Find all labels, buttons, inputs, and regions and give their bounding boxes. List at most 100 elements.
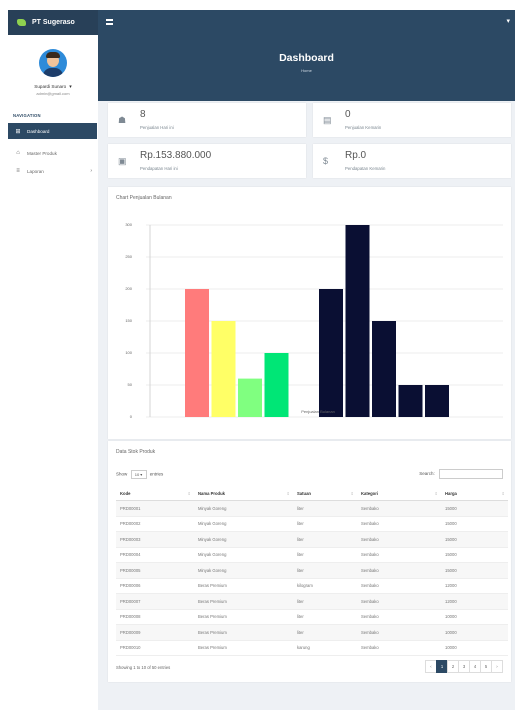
column-header-kategori[interactable]: Kategori ⇕ bbox=[357, 486, 441, 501]
table-cell: liter bbox=[293, 516, 357, 532]
page-title: Dashboard bbox=[279, 52, 334, 64]
sort-icon: ⇕ bbox=[350, 490, 354, 496]
table-cell: liter bbox=[293, 500, 357, 517]
table-row[interactable]: PRD00009 Beras Premium liter Sembako 10000 bbox=[116, 624, 508, 641]
chart-bar[interactable] bbox=[372, 321, 396, 417]
table-cell: Beras Premium bbox=[194, 593, 293, 610]
table-row[interactable]: PRD00003 Minyak Goreng liter Sembako 15000 bbox=[116, 531, 508, 548]
brand[interactable]: PT Sugeraso bbox=[8, 10, 98, 35]
show-label: Show bbox=[116, 471, 128, 477]
chart-bar[interactable] bbox=[345, 225, 370, 417]
stat-card-sales-today: ☗ 8 Penjualan Hari ini bbox=[108, 103, 306, 137]
chart-bar[interactable] bbox=[264, 353, 289, 417]
table-cell: Beras Premium bbox=[194, 578, 293, 594]
column-header-kode[interactable]: Kode ⇕ bbox=[116, 486, 194, 501]
hamburger-icon[interactable] bbox=[106, 19, 113, 25]
sidebar-item-master-produk[interactable]: ⌂ Master Produk bbox=[8, 145, 97, 161]
chevron-down-icon[interactable]: ▾ bbox=[69, 84, 72, 90]
brand-logo-icon bbox=[17, 19, 26, 26]
table-cell: PRD00009 bbox=[116, 624, 194, 641]
table-cell: PRD00010 bbox=[116, 640, 194, 656]
search-label: Search: bbox=[419, 471, 435, 477]
table-cell: 10000 bbox=[441, 640, 508, 656]
column-header-nama-produk[interactable]: Nama Produk ⇕ bbox=[194, 486, 293, 501]
column-header-label: Kategori bbox=[361, 490, 378, 496]
sidebar: Supardi Sunaro ▾ admin@gmail.com NAVIGATI… bbox=[8, 35, 98, 710]
table-cell: PRD00003 bbox=[116, 531, 194, 548]
user-menu-caret-icon[interactable]: ▾ bbox=[506, 17, 510, 25]
table-cell: Minyak Goreng bbox=[194, 562, 293, 579]
table-cell: PRD00006 bbox=[116, 578, 194, 594]
sidebar-item-dashboard[interactable]: ⊞ Dashboard bbox=[8, 123, 97, 139]
stock-table-card: Data Stok Produk Show 10 ▾ entries Searc… bbox=[108, 441, 511, 682]
sort-icon: ⇕ bbox=[501, 490, 505, 496]
table-cell: Minyak Goreng bbox=[194, 500, 293, 517]
avatar[interactable] bbox=[39, 49, 67, 77]
user-name[interactable]: Supardi Sunaro ▾ bbox=[8, 84, 98, 90]
table-row[interactable]: PRD00004 Minyak Goreng liter Sembako 15000 bbox=[116, 547, 508, 563]
table-row[interactable]: PRD00008 Beras Premium liter Sembako 10000 bbox=[116, 609, 508, 625]
stat-value: 8 bbox=[140, 109, 146, 120]
table-cell: 12000 bbox=[441, 578, 508, 594]
table-cell: Beras Premium bbox=[194, 609, 293, 625]
app-frame: PT Sugeraso ▾ Supardi Sunaro ▾ admin@gmai… bbox=[8, 10, 515, 710]
table-row[interactable]: PRD00006 Beras Premium kilogram Sembako 1200… bbox=[116, 578, 508, 594]
page-header: Dashboard Home bbox=[98, 35, 515, 101]
table-cell: Beras Premium bbox=[194, 624, 293, 641]
table-cell: Minyak Goreng bbox=[194, 516, 293, 532]
column-header-label: Harga bbox=[445, 490, 457, 496]
sales-bar-chart bbox=[146, 224, 503, 418]
column-header-label: Kode bbox=[120, 490, 131, 496]
table-cell: liter bbox=[293, 547, 357, 563]
report-icon: ≡ bbox=[16, 168, 20, 174]
table-cell: 10000 bbox=[441, 609, 508, 625]
table-cell: 15000 bbox=[441, 562, 508, 579]
chart-bar[interactable] bbox=[398, 385, 423, 417]
table-cell: Sembako bbox=[357, 500, 441, 517]
money-icon: ▣ bbox=[118, 156, 127, 166]
entries-select[interactable]: 10 ▾ bbox=[130, 470, 147, 479]
column-header-harga[interactable]: Harga ⇕ bbox=[441, 486, 508, 501]
table-cell: Sembako bbox=[357, 624, 441, 641]
sort-icon: ⇕ bbox=[434, 490, 438, 496]
showing-info: Showing 1 to 10 of 50 entries bbox=[116, 665, 171, 670]
stat-card-revenue-today: ▣ Rp.153.880.000 Pendapatan Hari ini bbox=[108, 144, 306, 178]
table-cell: liter bbox=[293, 531, 357, 548]
table-cell: 15000 bbox=[441, 516, 508, 532]
sidebar-item-label: Laporan bbox=[27, 168, 44, 174]
table-cell: PRD00008 bbox=[116, 609, 194, 625]
pagination-next[interactable]: › bbox=[491, 660, 503, 673]
chevron-right-icon: › bbox=[90, 168, 92, 174]
table-row[interactable]: PRD00010 Beras Premium karung Sembako 10000 bbox=[116, 640, 508, 656]
stat-label: Pendapatan Kemarin bbox=[345, 166, 386, 171]
breadcrumb[interactable]: Home bbox=[98, 68, 515, 73]
table-row[interactable]: PRD00005 Minyak Goreng liter Sembako 15000 bbox=[116, 562, 508, 579]
sort-icon: ⇕ bbox=[187, 490, 191, 496]
table-row[interactable]: PRD00001 Minyak Goreng liter Sembako 15000 bbox=[116, 500, 508, 517]
table-row[interactable]: PRD00007 Beras Premium liter Sembako 12000 bbox=[116, 593, 508, 610]
table-cell: PRD00001 bbox=[116, 500, 194, 517]
sidebar-item-laporan[interactable]: ≡ Laporan › bbox=[8, 163, 97, 179]
chart-bar[interactable] bbox=[425, 385, 449, 417]
table-cell: 12000 bbox=[441, 593, 508, 610]
table-cell: Sembako bbox=[357, 593, 441, 610]
top-navbar: PT Sugeraso ▾ bbox=[8, 10, 515, 35]
length-control: Show 10 ▾ entries bbox=[116, 470, 163, 479]
stat-label: Penjualan Kemarin bbox=[345, 125, 382, 130]
column-header-satuan[interactable]: Satuan ⇕ bbox=[293, 486, 357, 501]
table-cell: 15000 bbox=[441, 531, 508, 548]
chart-bar[interactable] bbox=[211, 321, 236, 417]
folder-icon: ▤ bbox=[323, 115, 332, 125]
stock-table: Kode ⇕ Nama Produk ⇕ Satuan ⇕ Kategori ⇕ Har… bbox=[116, 486, 508, 656]
search-control: Search: bbox=[419, 469, 503, 479]
pagination: ‹ 1 2 3 4 5 › bbox=[425, 660, 503, 673]
table-cell: liter bbox=[293, 609, 357, 625]
chart-bar[interactable] bbox=[185, 289, 209, 417]
table-cell: liter bbox=[293, 593, 357, 610]
table-row[interactable]: PRD00002 Minyak Goreng liter Sembako 15000 bbox=[116, 516, 508, 532]
chart-bar[interactable] bbox=[238, 378, 262, 417]
search-input[interactable] bbox=[439, 469, 503, 479]
table-body: PRD00001 Minyak Goreng liter Sembako 15000 PR… bbox=[116, 500, 508, 656]
dashboard-icon: ⊞ bbox=[15, 128, 21, 135]
chart-bar[interactable] bbox=[319, 289, 343, 417]
